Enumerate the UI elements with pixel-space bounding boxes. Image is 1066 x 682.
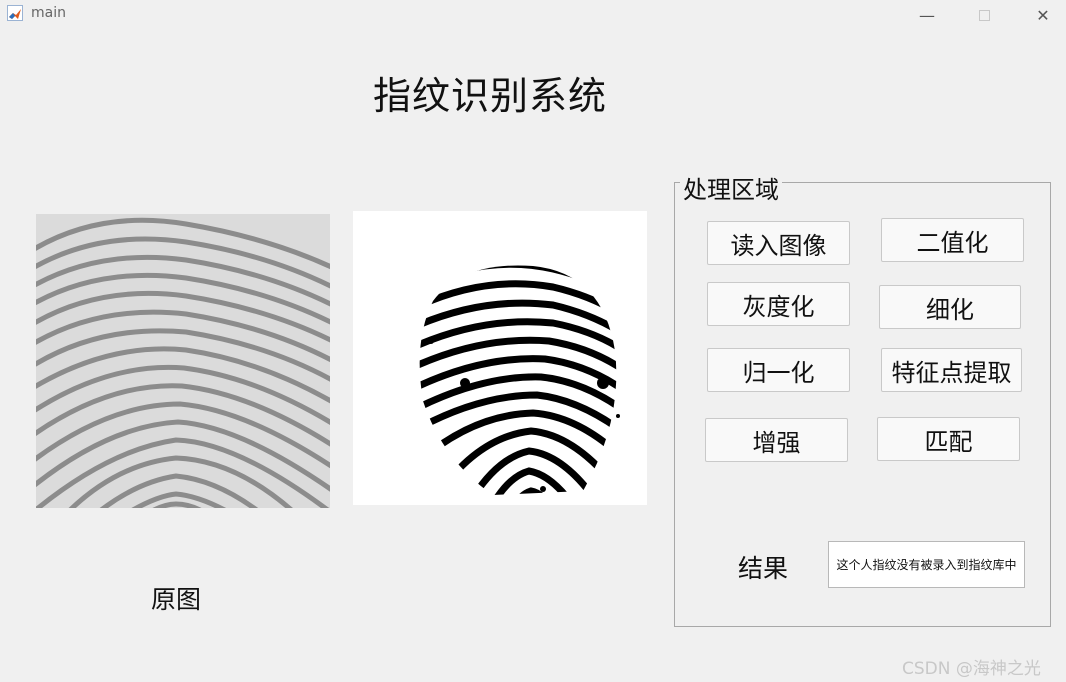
minimize-button[interactable]: — [904,0,950,30]
enhance-button[interactable]: 增强 [705,418,848,462]
result-label: 结果 [738,554,789,583]
result-output: 这个人指纹没有被录入到指纹库中 [828,541,1025,588]
result-text: 这个人指纹没有被录入到指纹库中 [836,558,1017,572]
fingerprint-binary-icon [353,211,647,505]
original-image-caption: 原图 [151,585,202,614]
normalize-button[interactable]: 归一化 [707,348,850,392]
matlab-icon [7,5,23,21]
page-title: 指纹识别系统 [373,74,608,118]
processing-panel-title: 处理区域 [680,170,782,205]
thinning-button[interactable]: 细化 [879,285,1021,329]
window-title: main [31,5,66,21]
close-icon: ✕ [1036,5,1050,25]
minimize-icon: — [919,5,935,25]
binarize-button[interactable]: 二值化 [881,218,1024,262]
match-button[interactable]: 匹配 [877,417,1020,461]
window-titlebar: main — ✕ [0,0,1066,30]
fingerprint-grayscale-icon [36,214,330,508]
grayscale-button[interactable]: 灰度化 [707,282,850,326]
watermark: CSDN @海神之光 [902,659,1041,679]
feature-extraction-button[interactable]: 特征点提取 [881,348,1022,392]
read-image-button[interactable]: 读入图像 [707,221,850,265]
maximize-button[interactable] [961,0,1007,30]
close-button[interactable]: ✕ [1020,0,1066,30]
maximize-icon [978,9,990,21]
processed-fingerprint-image [353,211,647,505]
original-fingerprint-image [36,214,330,508]
